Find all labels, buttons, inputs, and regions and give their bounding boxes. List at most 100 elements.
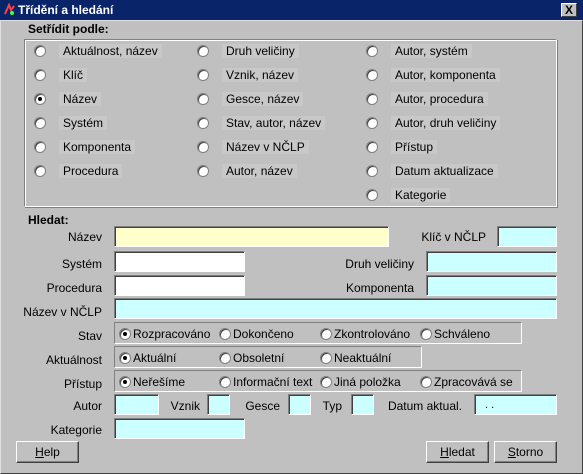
nazev-nclp-input[interactable] — [114, 298, 557, 319]
sort-option[interactable]: Komponenta — [34, 140, 136, 154]
pristup-radio-button[interactable] — [320, 376, 332, 388]
sort-option[interactable]: Druh veličiny — [197, 44, 299, 58]
sort-radio-button[interactable] — [366, 69, 378, 81]
sort-option[interactable]: Autor, procedura — [366, 92, 488, 106]
gesce-label: Gesce — [245, 399, 280, 413]
sort-option[interactable]: Stav, autor, název — [197, 116, 326, 130]
pristup-option[interactable]: Zpracovává se — [420, 375, 513, 389]
pristup-option[interactable]: Informační text — [219, 375, 312, 389]
sort-option[interactable]: Systém — [34, 116, 108, 130]
stav-option[interactable]: Zkontrolováno — [320, 327, 410, 341]
sort-option[interactable]: Klíč — [34, 68, 88, 82]
storno-button[interactable]: Storno — [494, 441, 557, 463]
sort-radio-button[interactable] — [197, 141, 209, 153]
sort-option[interactable]: Kategorie — [366, 188, 451, 202]
sort-option[interactable]: Autor, název — [197, 164, 297, 178]
sort-option[interactable]: Přístup — [366, 140, 438, 154]
datum-aktual-label: Datum aktual. — [387, 399, 462, 413]
sort-radio-button[interactable] — [366, 189, 378, 201]
aktualnost-option-label: Neaktuální — [334, 351, 392, 365]
klic-nclp-input[interactable] — [497, 226, 557, 247]
sort-option[interactable]: Vznik, název — [197, 68, 299, 82]
typ-input[interactable] — [351, 394, 374, 415]
system-label: Systém — [61, 257, 102, 271]
sort-radio-button[interactable] — [366, 141, 378, 153]
sort-radio-button[interactable] — [34, 165, 46, 177]
sort-option[interactable]: Autor, systém — [366, 44, 472, 58]
system-input[interactable] — [114, 251, 245, 272]
stav-option-label: Dokončeno — [233, 327, 294, 341]
stav-radio-button[interactable] — [320, 328, 332, 340]
sort-radio-button[interactable] — [197, 45, 209, 57]
sort-radio-button[interactable] — [34, 117, 46, 129]
aktualnost-radio-button[interactable] — [219, 352, 231, 364]
stav-radio-button[interactable] — [420, 328, 432, 340]
sort-section-title: Setřídit podle: — [28, 22, 109, 36]
pristup-option-label: Neřešíme — [133, 375, 186, 389]
hledat-button[interactable]: Hledat — [426, 441, 489, 463]
aktualnost-radio-button[interactable] — [320, 352, 332, 364]
sort-radio-button[interactable] — [197, 69, 209, 81]
sort-radio-button[interactable] — [366, 45, 378, 57]
stav-option[interactable]: Rozpracováno — [119, 327, 210, 341]
gesce-input[interactable] — [288, 394, 311, 415]
pristup-option[interactable]: Neřešíme — [119, 375, 185, 389]
sort-option[interactable]: Název — [34, 92, 102, 106]
sort-radio-button[interactable] — [366, 93, 378, 105]
vznik-input[interactable] — [207, 394, 230, 415]
stav-label: Stav — [77, 329, 102, 343]
sort-radio-button[interactable] — [366, 117, 378, 129]
pristup-radio-button[interactable] — [119, 376, 131, 388]
aktualnost-option-label: Aktuální — [133, 351, 177, 365]
stav-option-label: Zkontrolováno — [334, 327, 411, 341]
pristup-option[interactable]: Jiná položka — [320, 375, 401, 389]
app-icon — [3, 3, 16, 16]
stav-radio-button[interactable] — [119, 328, 131, 340]
sort-option-label: Gesce, název — [222, 92, 304, 106]
sort-option[interactable]: Datum aktualizace — [366, 164, 498, 178]
sort-option[interactable]: Gesce, název — [197, 92, 304, 106]
aktualnost-radio-button[interactable] — [119, 352, 131, 364]
sort-radio-button[interactable] — [34, 93, 46, 105]
aktualnost-label: Aktuálnost — [45, 353, 102, 367]
autor-input[interactable] — [114, 394, 159, 415]
nazev-input[interactable] — [114, 226, 389, 247]
aktualnost-option[interactable]: Obsoletní — [219, 351, 284, 365]
druh-veliciny-label: Druh veličiny — [345, 257, 414, 271]
stav-radio-button[interactable] — [219, 328, 231, 340]
komponenta-label: Komponenta — [345, 281, 414, 295]
sort-radio-button[interactable] — [34, 141, 46, 153]
aktualnost-option[interactable]: Neaktuální — [320, 351, 391, 365]
sort-option[interactable]: Název v NČLP — [197, 140, 309, 154]
stav-option[interactable]: Schváleno — [420, 327, 490, 341]
sort-option[interactable]: Procedura — [34, 164, 123, 178]
kategorie-input[interactable] — [114, 418, 245, 439]
datum-aktual-input[interactable]: . . — [474, 394, 557, 415]
sort-radio-button[interactable] — [197, 117, 209, 129]
sort-option-label: Přístup — [391, 140, 438, 154]
sort-option[interactable]: Aktuálnost, název — [34, 44, 162, 58]
kategorie-label: Kategorie — [50, 423, 102, 437]
help-button[interactable]: Help — [16, 441, 79, 463]
pristup-radio-button[interactable] — [219, 376, 231, 388]
aktualnost-option[interactable]: Aktuální — [119, 351, 176, 365]
komponenta-input[interactable] — [426, 275, 557, 296]
typ-label: Typ — [322, 399, 342, 413]
sort-option[interactable]: Autor, druh veličiny — [366, 116, 501, 130]
sort-radio-button[interactable] — [34, 45, 46, 57]
stav-option-label: Rozpracováno — [133, 327, 211, 341]
sort-option[interactable]: Autor, komponenta — [366, 68, 500, 82]
stav-option[interactable]: Dokončeno — [219, 327, 294, 341]
druh-veliciny-input[interactable] — [426, 251, 557, 272]
sort-option-label: Systém — [59, 116, 108, 130]
window-title: Třídění a hledání — [18, 3, 114, 17]
sort-radio-button[interactable] — [34, 69, 46, 81]
pristup-radio-button[interactable] — [420, 376, 432, 388]
sort-option-label: Vznik, název — [222, 68, 299, 82]
sort-radio-button[interactable] — [197, 165, 209, 177]
sort-option-label: Datum aktualizace — [391, 164, 498, 178]
sort-radio-button[interactable] — [366, 165, 378, 177]
sort-radio-button[interactable] — [197, 93, 209, 105]
close-button[interactable]: X — [561, 3, 577, 17]
procedura-input[interactable] — [114, 275, 245, 296]
